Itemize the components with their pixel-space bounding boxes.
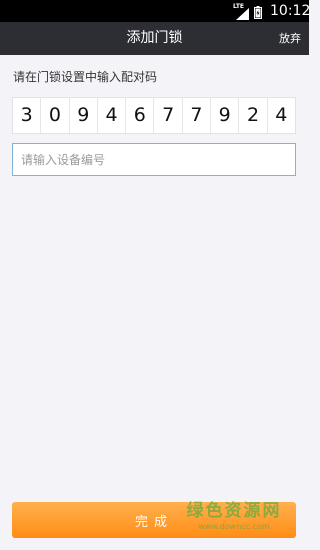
page-title: 添加门锁 xyxy=(126,30,183,46)
give-up-button[interactable]: 放弃 xyxy=(279,22,301,55)
pairing-code-digit: 4 xyxy=(266,98,295,133)
device-number-input[interactable] xyxy=(12,143,296,176)
pairing-code-digit: 0 xyxy=(40,98,68,133)
battery-icon xyxy=(254,4,262,23)
pairing-code-digit: 4 xyxy=(96,98,125,133)
pairing-code-digit: 6 xyxy=(125,98,153,133)
pairing-code-digit: 7 xyxy=(153,98,181,133)
pairing-code-digit: 3 xyxy=(20,104,33,126)
pairing-code-digit: 2 xyxy=(238,98,266,133)
pairing-code-display: 3 0 9 4 6 7 7 9 2 4 xyxy=(12,97,296,134)
pairing-code-digit: 9 xyxy=(68,98,97,133)
pairing-code-digit: 9 xyxy=(210,98,238,133)
pairing-code-digit: 7 xyxy=(181,98,210,133)
clock: 10:12 xyxy=(270,3,311,19)
pairing-hint: 请在门锁设置中输入配对码 xyxy=(13,70,158,84)
finish-button[interactable]: 完成 xyxy=(12,502,296,538)
status-bar: LTE 10:12 xyxy=(0,0,311,23)
title-bar: 添加门锁 放弃 xyxy=(0,22,309,55)
